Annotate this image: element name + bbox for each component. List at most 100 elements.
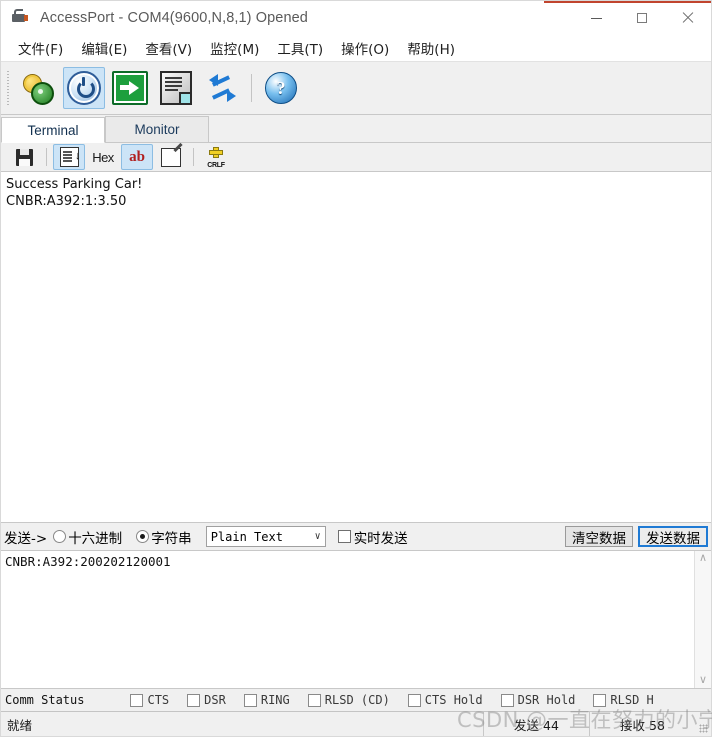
terminal-line: CNBR:A392:1:3.50 <box>6 194 127 209</box>
comm-status-dsr-hold-label: DSR Hold <box>517 693 576 707</box>
menu-item-file[interactable]: 文件(F) <box>9 36 72 60</box>
status-received-count: 接收 58 <box>589 712 695 736</box>
comm-status-dsr-hold-box <box>500 693 514 707</box>
comm-status-cts-hold-box <box>407 693 421 707</box>
hex-view-icon: Hex <box>92 149 114 165</box>
maximize-button[interactable] <box>619 1 665 35</box>
subtoolbar-separator-2 <box>193 148 194 166</box>
radio-hex-label: 十六进制 <box>68 530 123 547</box>
toolbar-document-button[interactable] <box>155 67 197 109</box>
comm-status-dsr-hold: DSR Hold <box>500 693 576 707</box>
realtime-send-checkbox[interactable]: 实时发送 <box>337 527 408 547</box>
refresh-arrows-icon <box>207 73 237 103</box>
menu-item-edit[interactable]: 编辑(E) <box>72 36 136 60</box>
help-question-icon: ? <box>265 72 297 104</box>
format-select[interactable]: Plain Text ∨ <box>205 526 326 547</box>
edit-pencil-icon <box>161 142 183 167</box>
realtime-send-checkbox-box <box>337 530 351 543</box>
comm-status-rlsd-hold-box <box>593 693 607 707</box>
radio-string-label: 字符串 <box>151 530 192 547</box>
send-input-scrollbar[interactable]: ∧ ∨ <box>694 551 711 688</box>
window-title: AccessPort - COM4(9600,N,8,1) Opened <box>40 10 308 26</box>
subtoolbar-separator-1 <box>46 148 47 166</box>
power-toggle-icon <box>67 71 101 105</box>
hex-view-button[interactable]: Hex <box>87 144 119 170</box>
toolbar-send-button[interactable] <box>109 67 151 109</box>
menu-item-tools[interactable]: 工具(T) <box>268 36 332 60</box>
crlf-button[interactable]: CRLF <box>200 144 232 170</box>
send-input-panel: CNBR:A392:200202120001 ∧ ∨ <box>1 551 711 689</box>
autoscroll-button[interactable]: ↓ <box>53 144 85 170</box>
status-sent-count: 发送 44 <box>483 712 589 736</box>
realtime-send-label: 实时发送 <box>353 530 408 547</box>
main-toolbar: ? <box>1 61 711 115</box>
comm-status-cts: CTS <box>130 693 169 707</box>
format-select-value: Plain Text <box>210 529 283 544</box>
title-bar: AccessPort - COM4(9600,N,8,1) Opened <box>1 1 711 35</box>
document-icon <box>160 71 192 105</box>
status-ready-text: 就绪 <box>7 717 33 733</box>
tab-terminal[interactable]: Terminal <box>1 117 105 143</box>
comm-status-cts-label: CTS <box>147 693 170 707</box>
comm-status-ring-label: RING <box>260 693 290 707</box>
comm-status-title: Comm Status <box>5 693 85 707</box>
menu-item-view[interactable]: 查看(V) <box>136 36 201 60</box>
menu-bar: 文件(F) 编辑(E) 查看(V) 监控(M) 工具(T) 操作(O) 帮助(H… <box>1 35 711 61</box>
close-button[interactable] <box>665 1 711 35</box>
crlf-icon: CRLF <box>205 146 227 169</box>
radio-string-indicator <box>136 530 150 543</box>
comm-status-cts-hold-label: CTS Hold <box>424 693 483 707</box>
green-arrow-send-icon <box>112 71 148 105</box>
tab-strip-filler <box>209 116 711 142</box>
comm-status-dsr-box <box>187 693 201 707</box>
status-bar: 就绪 发送 44 接收 58 <box>1 712 711 736</box>
send-direction-label: 发送-> <box>4 530 48 547</box>
minimize-button[interactable] <box>573 1 619 35</box>
comm-status-ring: RING <box>243 693 290 707</box>
save-log-button[interactable] <box>8 144 40 170</box>
menu-item-operate[interactable]: 操作(O) <box>332 36 398 60</box>
scroll-down-icon[interactable]: ∨ <box>699 675 707 686</box>
window-controls <box>573 1 711 35</box>
comm-status-cts-box <box>130 693 144 707</box>
send-control-bar: 发送-> 十六进制 字符串 Plain Text ∨ 实时发送 清空数据 发送数… <box>1 523 711 551</box>
comm-status-rlsd: RLSD (CD) <box>307 693 390 707</box>
chevron-down-icon: ∨ <box>314 531 321 542</box>
comm-status-dsr-label: DSR <box>204 693 226 707</box>
send-data-button[interactable]: 发送数据 <box>638 526 708 547</box>
terminal-output[interactable]: Success Parking Car! CNBR:A392:1:3.50 <box>1 172 711 523</box>
comm-status-rlsd-label: RLSD (CD) <box>324 693 390 707</box>
comm-status-rlsd-hold-label: RLSD H <box>610 693 654 707</box>
scroll-up-icon[interactable]: ∧ <box>699 553 707 564</box>
clear-data-button[interactable]: 清空数据 <box>565 526 633 547</box>
ascii-view-button[interactable]: ab <box>121 144 153 170</box>
accessport-window: AccessPort - COM4(9600,N,8,1) Opened 文件(… <box>0 0 712 737</box>
crlf-label: CRLF <box>207 162 225 169</box>
toolbar-port-toggle-button[interactable] <box>63 67 105 109</box>
edit-button[interactable] <box>155 142 187 170</box>
send-input-textarea[interactable]: CNBR:A392:200202120001 <box>1 551 694 688</box>
resize-grip[interactable] <box>695 712 711 736</box>
toolbar-drag-handle[interactable] <box>5 71 11 105</box>
comm-status-ring-box <box>243 693 257 707</box>
tab-strip: Terminal Monitor <box>1 115 711 143</box>
terminal-line: Success Parking Car! <box>6 177 143 192</box>
toolbar-refresh-button[interactable] <box>201 67 243 109</box>
save-disk-icon <box>15 148 33 166</box>
comm-status-bar: Comm Status CTS DSR RING RLSD (CD) CTS H… <box>1 689 711 712</box>
radio-hex-indicator <box>53 530 67 543</box>
comm-status-cts-hold: CTS Hold <box>407 693 483 707</box>
comm-status-dsr: DSR <box>187 693 226 707</box>
comm-status-rlsd-box <box>307 693 321 707</box>
radio-string[interactable]: 字符串 <box>136 527 192 547</box>
tab-monitor[interactable]: Monitor <box>105 116 209 142</box>
toolbar-help-button[interactable]: ? <box>260 67 302 109</box>
ascii-view-icon: ab <box>129 148 145 165</box>
radio-hex[interactable]: 十六进制 <box>53 527 122 547</box>
menu-item-help[interactable]: 帮助(H) <box>398 36 464 60</box>
toolbar-separator <box>251 74 252 102</box>
menu-item-monitor[interactable]: 监控(M) <box>201 36 268 60</box>
serial-plug-icon <box>10 7 32 29</box>
toolbar-settings-button[interactable] <box>17 67 59 109</box>
settings-gears-icon <box>22 73 54 105</box>
